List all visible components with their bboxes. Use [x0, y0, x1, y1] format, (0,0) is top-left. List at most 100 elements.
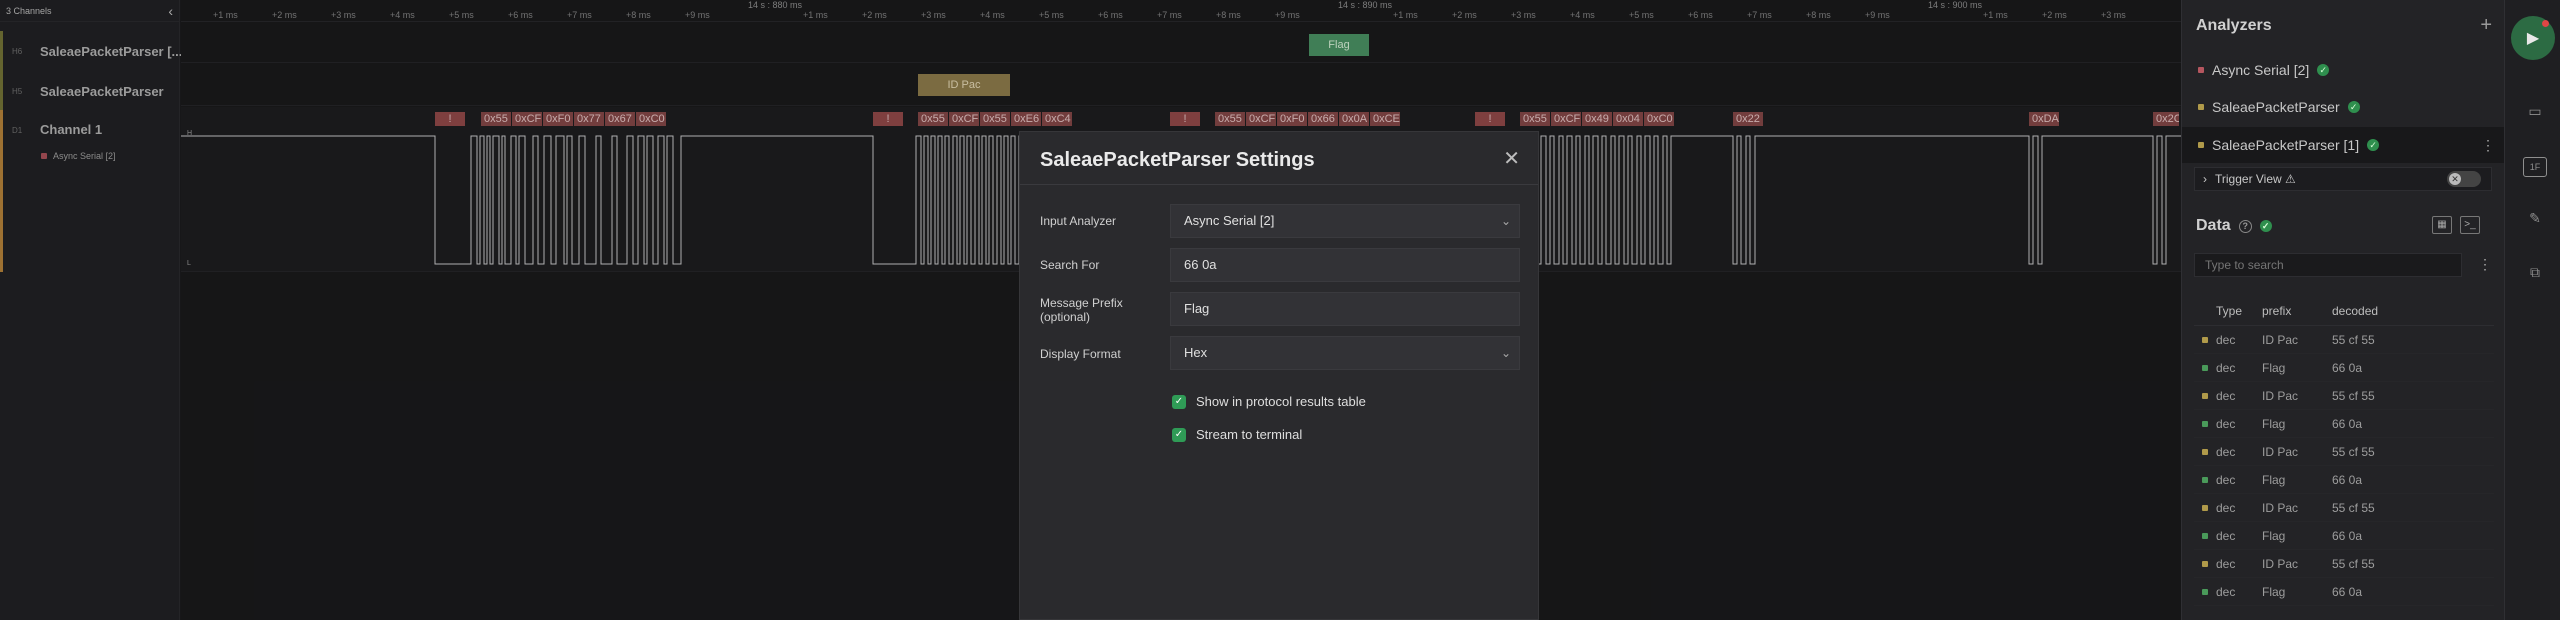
trigger-view-row[interactable]: › Trigger View ⚠: [2194, 167, 2492, 191]
collapse-chevron-icon[interactable]: ‹: [168, 3, 173, 19]
check-circle-icon: ✓: [2317, 64, 2330, 76]
table-row[interactable]: dec ID Pac 55 cf 55: [2194, 494, 2494, 522]
add-analyzer-button[interactable]: +: [2480, 14, 2492, 37]
time-major-label: 14 s : 890 ms: [1338, 0, 1393, 10]
trigger-view-toggle[interactable]: [2447, 171, 2481, 187]
row-decoded: 66 0a: [2332, 472, 2363, 487]
play-icon[interactable]: ▶: [2511, 16, 2555, 60]
row-decoded: 55 cf 55: [2332, 332, 2375, 347]
channel-analyzer-link[interactable]: Async Serial [2]: [41, 151, 116, 161]
table-row[interactable]: dec Flag 66 0a: [2194, 466, 2494, 494]
row-type: dec: [2216, 444, 2236, 459]
time-tick: +8 ms: [626, 10, 651, 20]
row-decoded: 66 0a: [2332, 360, 2363, 375]
table-row[interactable]: dec ID Pac 55 cf 55: [2194, 438, 2494, 466]
input-analyzer-label: Input Analyzer: [1040, 214, 1117, 228]
time-tick: +4 ms: [980, 10, 1005, 20]
dialog-title: SaleaePacketParser Settings: [1040, 149, 1315, 171]
device-icon[interactable]: ▭: [2523, 103, 2547, 123]
row-color-icon: [2202, 364, 2208, 371]
tool-sidebar: ▶ ▭ 1F ✎ ⧉: [2504, 0, 2560, 620]
column-header[interactable]: prefix: [2262, 304, 2332, 318]
input-analyzer-value: Async Serial [2]: [1184, 213, 1275, 228]
display-format-select[interactable]: Hex ⌄: [1170, 336, 1520, 370]
analyzer-name: Async Serial [2]: [2212, 62, 2310, 78]
time-tick: +3 ms: [331, 10, 356, 20]
search-for-field[interactable]: 66 0a: [1170, 248, 1520, 282]
row-type: dec: [2216, 332, 2236, 347]
analyzer-icon[interactable]: 1F: [2523, 157, 2547, 177]
message-prefix-label-line1: Message Prefix: [1040, 296, 1123, 310]
column-header[interactable]: decoded: [2332, 304, 2432, 318]
measure-icon[interactable]: ✎: [2523, 210, 2547, 230]
chevron-right-icon: ›: [2203, 172, 2207, 186]
channel-number: H5: [12, 86, 23, 96]
recording-dot-icon: [2542, 20, 2549, 27]
time-tick: +1 ms: [1983, 10, 2008, 20]
time-tick: +2 ms: [862, 10, 887, 20]
time-tick: +2 ms: [1452, 10, 1477, 20]
checkbox-checked-icon[interactable]: ✓: [1172, 427, 1186, 442]
more-options-icon[interactable]: ⋮: [2478, 256, 2492, 273]
row-type: dec: [2216, 416, 2236, 431]
flag-packet[interactable]: Flag: [1309, 34, 1369, 56]
lane-h6: Flag: [181, 23, 2181, 63]
show-in-results-checkbox[interactable]: ✓ Show in protocol results table: [1172, 394, 1366, 409]
row-type: dec: [2216, 556, 2236, 571]
message-prefix-field[interactable]: Flag: [1170, 292, 1520, 326]
analyzer-name: SaleaePacketParser: [2212, 99, 2340, 115]
time-tick: +2 ms: [2042, 10, 2067, 20]
analyzer-color-icon: [2198, 142, 2204, 148]
time-tick: +3 ms: [921, 10, 946, 20]
time-tick: +7 ms: [1157, 10, 1182, 20]
time-tick: +3 ms: [2101, 10, 2126, 20]
channel-color-bar: [0, 31, 3, 71]
time-tick: +7 ms: [1747, 10, 1772, 20]
row-color-icon: [2202, 448, 2208, 455]
data-section-title: Data ? ✓: [2196, 217, 2272, 235]
timeline[interactable]: 14 s : 880 ms 14 s : 890 ms 14 s : 900 m…: [181, 0, 2181, 22]
analyzer-item[interactable]: SaleaePacketParser ✓: [2182, 89, 2505, 125]
row-prefix: Flag: [2262, 360, 2286, 375]
channel-name: SaleaePacketParser [...: [40, 43, 183, 59]
row-prefix: ID Pac: [2262, 444, 2299, 459]
more-options-icon[interactable]: ⋮: [2481, 137, 2495, 154]
table-row[interactable]: dec Flag 66 0a: [2194, 354, 2494, 382]
table-row[interactable]: dec ID Pac 55 cf 55: [2194, 326, 2494, 354]
table-row[interactable]: dec ID Pac 55 cf 55: [2194, 550, 2494, 578]
input-analyzer-select[interactable]: Async Serial [2] ⌄: [1170, 204, 1520, 238]
extensions-icon[interactable]: ⧉: [2523, 264, 2547, 284]
time-tick: +5 ms: [449, 10, 474, 20]
time-tick: +1 ms: [1393, 10, 1418, 20]
row-color-icon: [2202, 336, 2208, 343]
table-row[interactable]: dec ID Pac 55 cf 55: [2194, 382, 2494, 410]
row-prefix: Flag: [2262, 416, 2286, 431]
column-header[interactable]: Type: [2216, 304, 2262, 318]
time-tick: +6 ms: [508, 10, 533, 20]
row-color-icon: [2202, 504, 2208, 511]
id-pac-packet[interactable]: ID Pac: [918, 74, 1010, 96]
row-decoded: 55 cf 55: [2332, 500, 2375, 515]
row-color-icon: [2202, 588, 2208, 595]
analyzer-item[interactable]: Async Serial [2] ✓: [2182, 52, 2505, 88]
channel-row-d1[interactable]: D1 Channel 1: [0, 110, 180, 272]
table-view-icon[interactable]: ▦: [2432, 216, 2452, 234]
row-prefix: Flag: [2262, 584, 2286, 599]
table-row[interactable]: dec Flag 66 0a: [2194, 522, 2494, 550]
close-icon[interactable]: ✕: [1503, 146, 1520, 171]
checkbox-checked-icon[interactable]: ✓: [1172, 394, 1186, 409]
data-search-input[interactable]: [2194, 253, 2462, 277]
table-row[interactable]: dec Flag 66 0a: [2194, 578, 2494, 606]
stream-to-terminal-checkbox[interactable]: ✓ Stream to terminal: [1172, 427, 1302, 442]
table-row[interactable]: dec Flag 66 0a: [2194, 410, 2494, 438]
terminal-view-icon[interactable]: >_: [2460, 216, 2480, 234]
message-prefix-value: Flag: [1184, 301, 1210, 316]
channel-row-h6[interactable]: H6 SaleaePacketParser [...: [0, 31, 183, 71]
channel-row-h5[interactable]: H5 SaleaePacketParser: [0, 71, 180, 111]
channel-name: SaleaePacketParser: [40, 83, 164, 99]
help-icon[interactable]: ?: [2238, 219, 2252, 233]
analyzer-item-selected[interactable]: SaleaePacketParser [1] ✓ ⋮: [2182, 127, 2505, 163]
search-for-value: 66 0a: [1184, 257, 1217, 272]
trigger-view-label: Trigger View ⚠: [2215, 172, 2296, 186]
row-type: dec: [2216, 388, 2236, 403]
